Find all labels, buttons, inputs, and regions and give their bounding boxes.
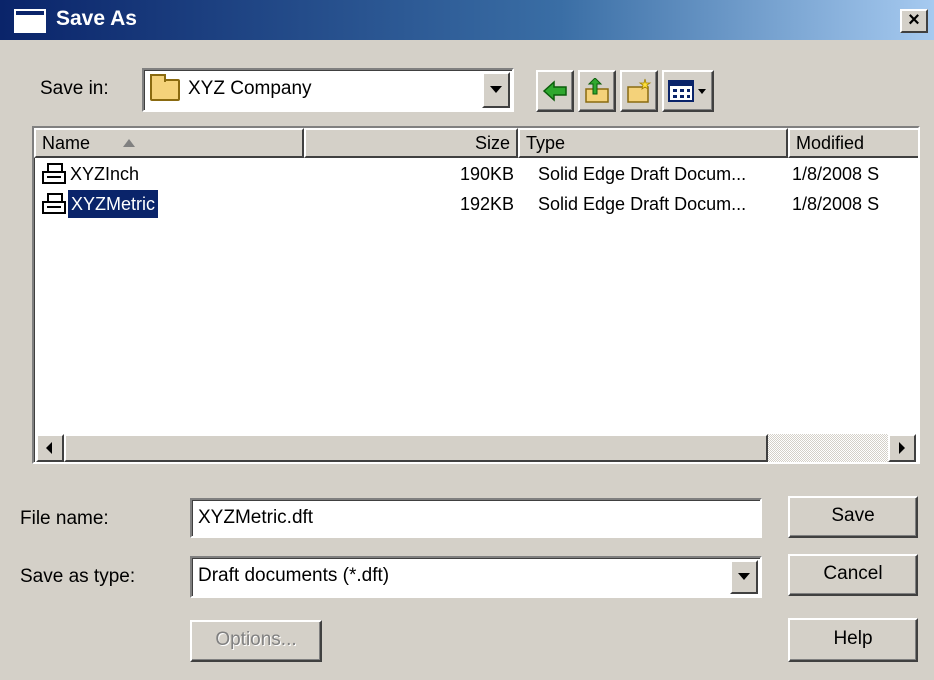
horizontal-scrollbar[interactable] (36, 434, 916, 462)
save-as-type-dropdown[interactable]: Draft documents (*.dft) (190, 556, 762, 598)
column-header-type[interactable]: Type (518, 128, 788, 158)
scrollbar-track[interactable] (768, 434, 888, 462)
save-in-label: Save in: (40, 78, 109, 99)
view-menu-icon (668, 80, 706, 102)
file-modified-cell: 1/8/2008 S (792, 194, 880, 214)
draft-document-icon (42, 163, 66, 184)
close-button[interactable]: × (900, 9, 928, 33)
column-header-modified[interactable]: Modified (788, 128, 918, 158)
back-arrow-icon (542, 80, 567, 102)
up-one-level-button[interactable] (578, 70, 616, 112)
arrow-left-icon (46, 442, 52, 454)
view-menu-button[interactable] (662, 70, 714, 112)
file-name-input[interactable]: XYZMetric.dft (190, 498, 762, 538)
sort-ascending-icon (123, 139, 135, 147)
back-button[interactable] (536, 70, 574, 112)
new-folder-button[interactable] (620, 70, 658, 112)
title-bar: Save As × (0, 0, 934, 40)
window-title: Save As (56, 7, 137, 30)
file-list[interactable]: Name Size Type Modified XYZInch 190KB So… (32, 126, 920, 464)
file-size-cell: 192KB (459, 194, 514, 214)
save-in-dropdown[interactable]: XYZ Company (142, 68, 514, 112)
file-type-cell: Solid Edge Draft Docum... (538, 194, 747, 214)
save-as-type-label: Save as type: (20, 566, 136, 587)
column-header-name-label: Name (42, 133, 91, 153)
folder-icon (150, 74, 180, 101)
column-header-name[interactable]: Name (34, 128, 304, 158)
cancel-button[interactable]: Cancel (788, 554, 918, 596)
scroll-right-button[interactable] (888, 434, 916, 462)
list-item[interactable]: XYZInch 190KB Solid Edge Draft Docum... … (34, 160, 918, 188)
save-as-type-value: Draft documents (*.dft) (198, 565, 390, 586)
file-name-cell: XYZMetric (68, 190, 159, 218)
window-icon (14, 9, 46, 33)
file-type-cell: Solid Edge Draft Docum... (538, 164, 747, 184)
column-header-size[interactable]: Size (304, 128, 518, 158)
options-button[interactable]: Options... (190, 620, 322, 662)
help-button[interactable]: Help (788, 618, 918, 662)
file-name-label: File name: (20, 508, 109, 529)
save-in-value: XYZ Company (188, 78, 312, 99)
new-folder-icon (627, 78, 652, 103)
up-one-level-icon (585, 78, 609, 103)
file-size-cell: 190KB (459, 164, 514, 184)
file-name-cell: XYZInch (70, 164, 140, 184)
scroll-left-button[interactable] (36, 434, 64, 462)
list-item-selected[interactable]: XYZMetric 192KB Solid Edge Draft Docum..… (34, 190, 918, 218)
chevron-down-icon[interactable] (730, 560, 758, 594)
file-modified-cell: 1/8/2008 S (792, 164, 880, 184)
scrollbar-thumb[interactable] (64, 434, 768, 462)
save-button[interactable]: Save (788, 496, 918, 538)
chevron-down-icon[interactable] (482, 72, 510, 108)
draft-document-icon (42, 193, 66, 214)
arrow-right-icon (899, 442, 905, 454)
